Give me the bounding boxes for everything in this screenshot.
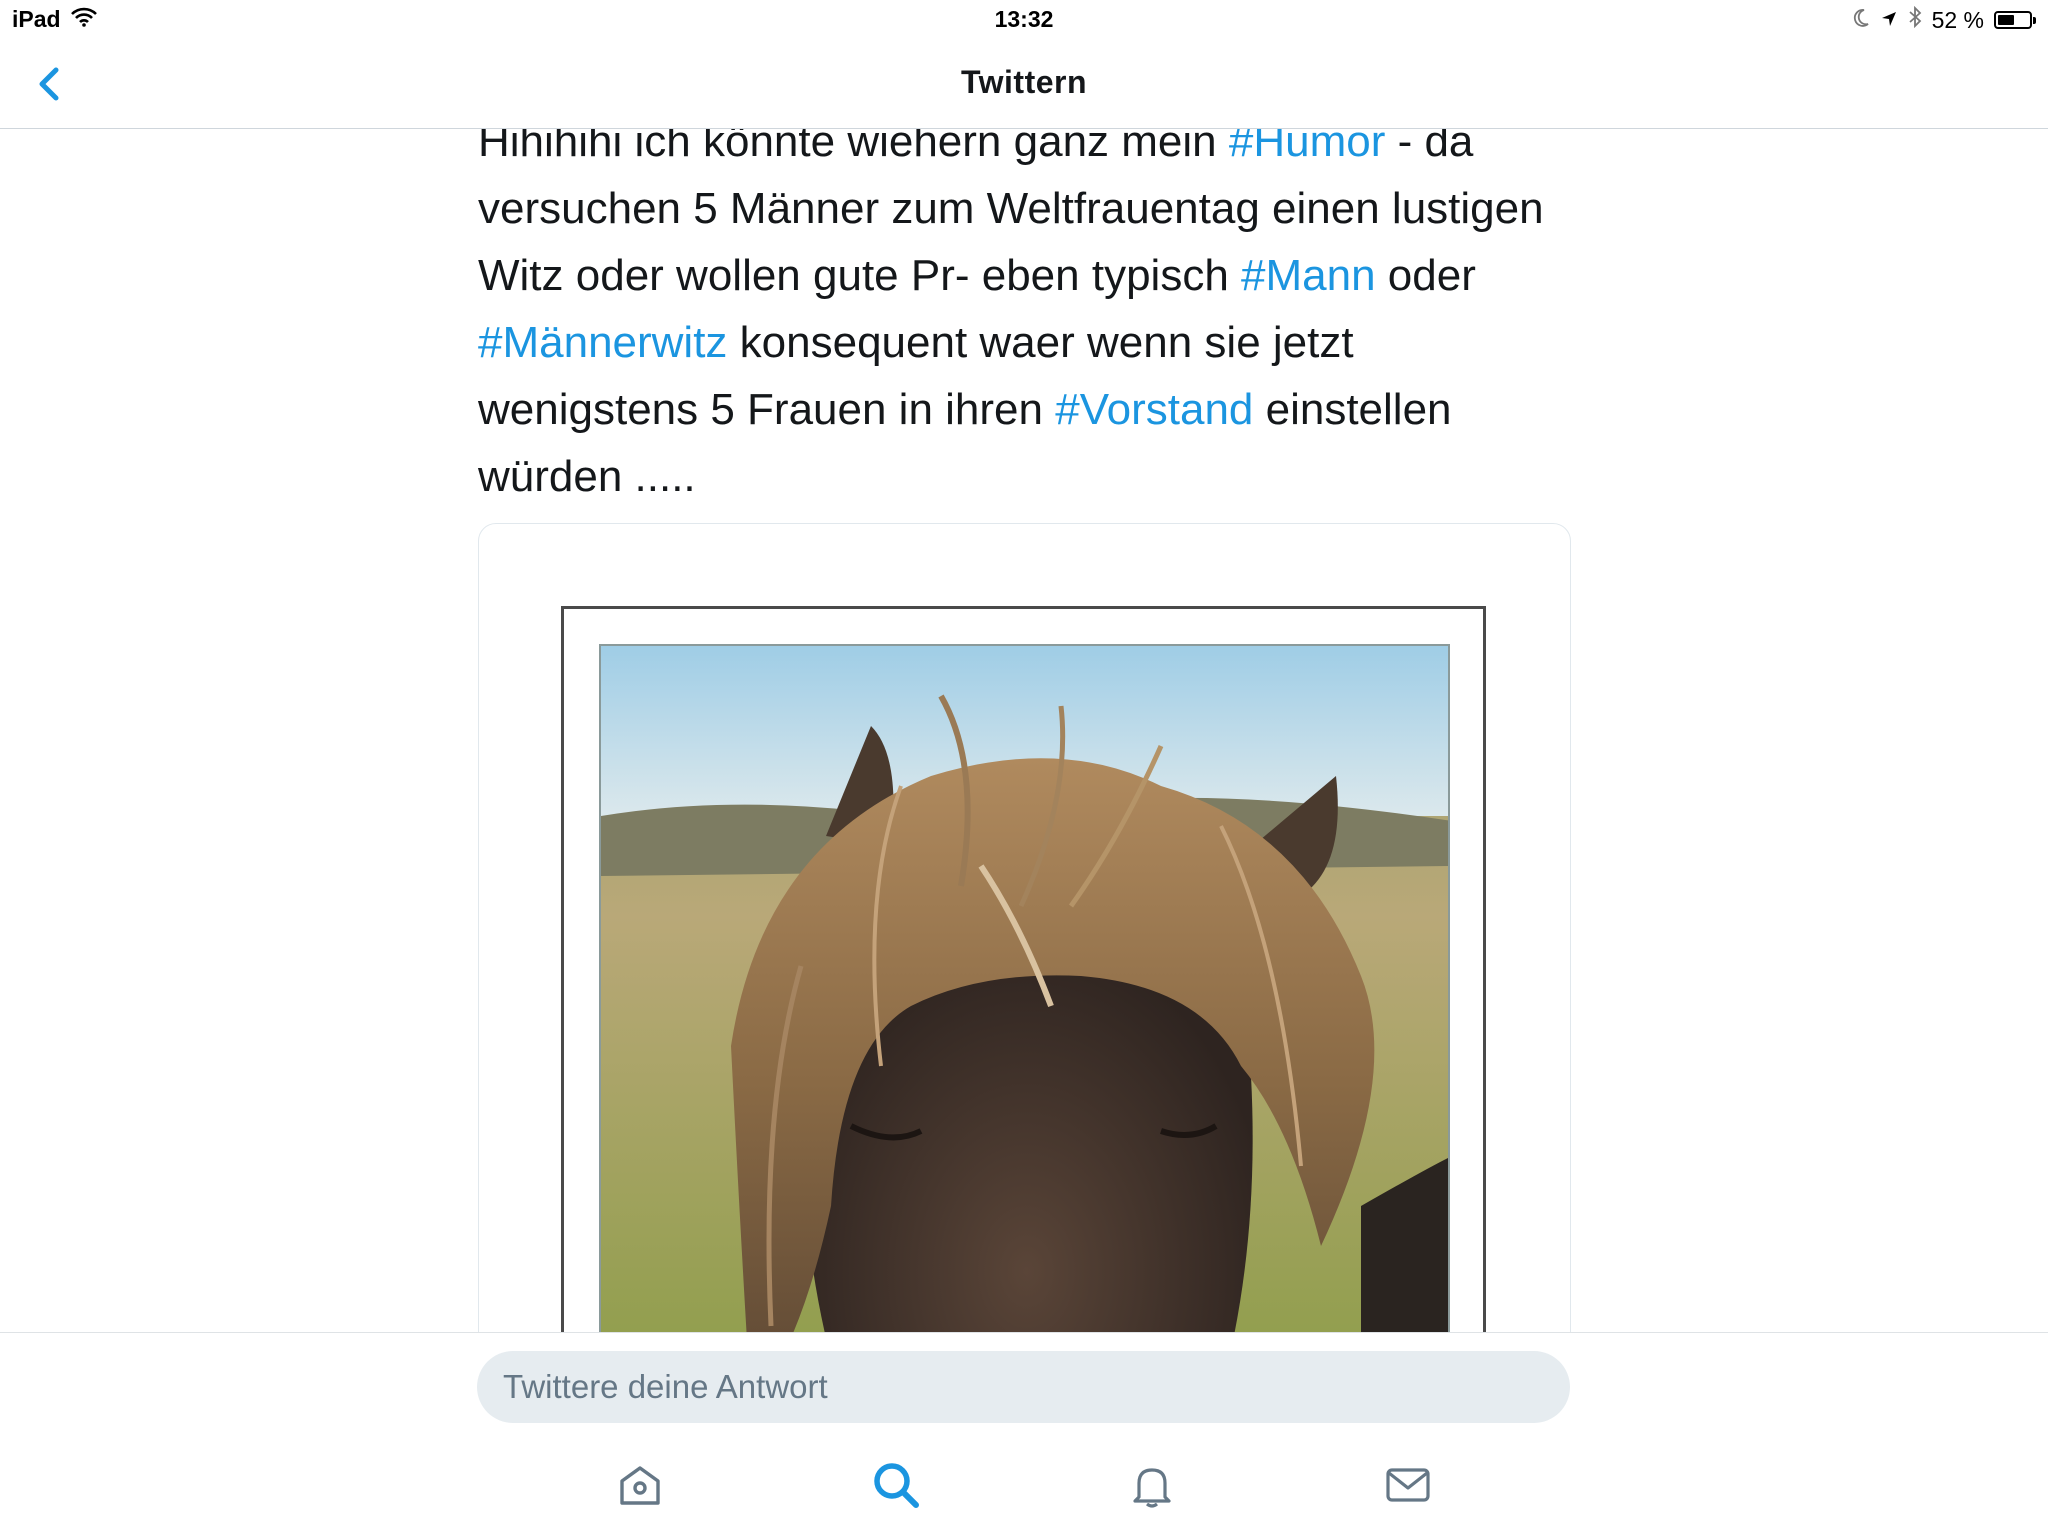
home-icon — [620, 1466, 660, 1505]
location-arrow-icon — [1880, 7, 1898, 34]
tab-search[interactable] — [866, 1455, 926, 1515]
moon-icon — [1852, 7, 1870, 34]
tweet-text-segment: oder — [1375, 251, 1476, 300]
hashtag-link[interactable]: #Mann — [1241, 251, 1376, 300]
mail-icon — [1386, 1468, 1430, 1502]
pony-photo-illustration — [601, 646, 1448, 1332]
tab-messages[interactable] — [1378, 1455, 1438, 1515]
tab-home[interactable] — [610, 1455, 670, 1515]
hashtag-link[interactable]: #Vorstand — [1055, 385, 1253, 434]
page-title: Twittern — [960, 64, 1088, 100]
reply-input[interactable]: Twittere deine Antwort — [477, 1351, 1570, 1423]
image-frame — [561, 606, 1486, 1332]
battery-level — [1998, 15, 2014, 25]
tab-notifications[interactable] — [1122, 1455, 1182, 1515]
search-icon — [874, 1463, 919, 1508]
clock: 13:32 — [994, 6, 1054, 32]
bottom-bar: Twittere deine Antwort — [0, 1332, 2048, 1537]
hashtag-link[interactable]: #Humor — [1229, 128, 1386, 166]
status-bar: iPad 13:32 52 % — [0, 0, 2048, 42]
status-right: 52 % — [1852, 5, 2036, 34]
hashtag-link[interactable]: #Männerwitz — [478, 318, 727, 367]
battery-icon — [1994, 11, 2036, 29]
bell-icon — [1133, 1468, 1171, 1508]
tweet-text: Hihihihi ich könnte wiehern ganz mein #H… — [478, 128, 1578, 510]
tweet-media-card[interactable] — [478, 523, 1571, 1332]
tab-bar — [0, 1437, 2048, 1537]
tweet-detail: Hihihihi ich könnte wiehern ganz mein #H… — [0, 128, 2048, 1332]
battery-percent: 52 % — [1931, 6, 1984, 33]
tweet-text-segment: Hihihihi ich könnte wiehern ganz mein — [478, 128, 1229, 166]
bluetooth-icon — [1908, 5, 1922, 34]
navigation-bar: Twittern — [0, 42, 2048, 129]
reply-placeholder: Twittere deine Antwort — [503, 1368, 828, 1405]
tweet-photo[interactable] — [599, 644, 1450, 1332]
